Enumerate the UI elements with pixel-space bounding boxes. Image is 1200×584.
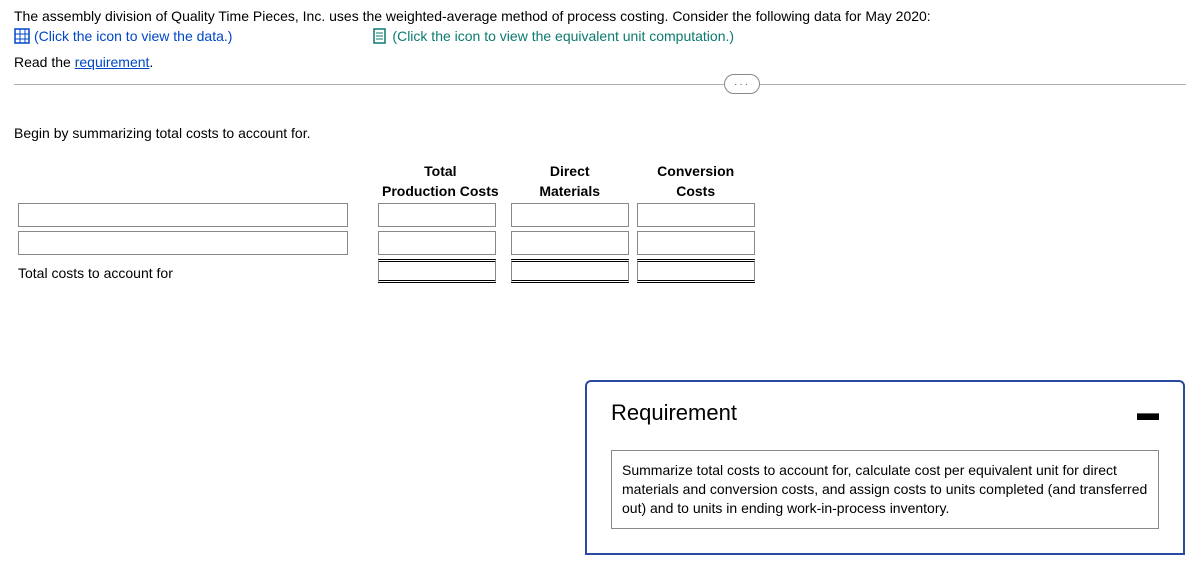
header-conversion-1: Conversion [633, 161, 759, 181]
document-icon [372, 28, 388, 44]
total-input-2[interactable] [378, 231, 496, 255]
table-header-row-2: Production Costs Materials Costs [14, 181, 759, 201]
conversion-input-1[interactable] [637, 203, 755, 227]
view-eu-label: (Click the icon to view the equivalent u… [392, 28, 734, 44]
table-row [14, 201, 759, 229]
header-direct-2: Materials [507, 181, 633, 201]
header-total-1: Total [374, 161, 507, 181]
total-label: Total costs to account for [14, 257, 374, 288]
direct-input-1[interactable] [511, 203, 629, 227]
view-data-link[interactable]: (Click the icon to view the data.) [14, 28, 232, 44]
desc-input-1[interactable] [18, 203, 348, 227]
table-total-row: Total costs to account for [14, 257, 759, 288]
header-direct-1: Direct [507, 161, 633, 181]
popup-header: Requirement ▬ [611, 400, 1159, 426]
icon-link-row: (Click the icon to view the data.) (Clic… [14, 28, 1186, 44]
table-row [14, 229, 759, 257]
requirement-link[interactable]: requirement [75, 54, 150, 70]
cost-table: Total Direct Conversion Production Costs… [14, 161, 759, 288]
read-req-suffix: . [149, 54, 153, 70]
total-sum[interactable] [378, 259, 496, 283]
minimize-icon[interactable]: ▬ [1137, 408, 1159, 418]
desc-input-2[interactable] [18, 231, 348, 255]
direct-sum[interactable] [511, 259, 629, 283]
popup-body: Summarize total costs to account for, ca… [611, 450, 1159, 529]
step-instruction: Begin by summarizing total costs to acco… [14, 125, 1186, 141]
requirement-popup: Requirement ▬ Summarize total costs to a… [585, 380, 1185, 555]
read-req-prefix: Read the [14, 54, 75, 70]
view-data-label: (Click the icon to view the data.) [34, 28, 232, 44]
total-input-1[interactable] [378, 203, 496, 227]
conversion-sum[interactable] [637, 259, 755, 283]
read-requirement-line: Read the requirement. [14, 54, 1186, 70]
separator-wrap: ··· [14, 84, 1186, 85]
view-eu-link[interactable]: (Click the icon to view the equivalent u… [372, 28, 734, 44]
popup-title: Requirement [611, 400, 737, 426]
direct-input-2[interactable] [511, 231, 629, 255]
header-total-2: Production Costs [374, 181, 507, 201]
table-icon [14, 28, 30, 44]
header-conversion-2: Costs [633, 181, 759, 201]
intro-text: The assembly division of Quality Time Pi… [14, 8, 1186, 24]
conversion-input-2[interactable] [637, 231, 755, 255]
table-header-row-1: Total Direct Conversion [14, 161, 759, 181]
expand-pill[interactable]: ··· [724, 74, 760, 94]
separator-line [14, 84, 1186, 85]
